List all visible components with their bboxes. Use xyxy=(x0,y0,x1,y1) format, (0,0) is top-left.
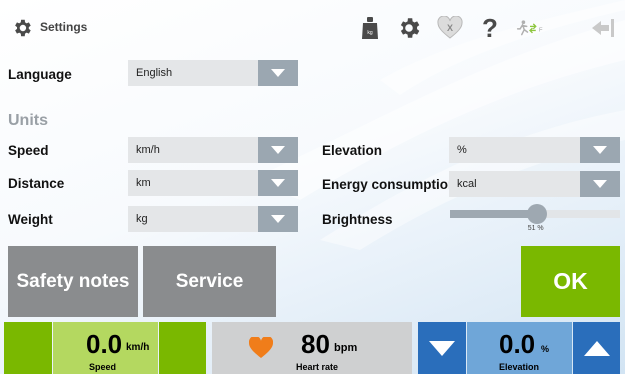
language-dropdown[interactable]: English xyxy=(128,60,298,86)
heart-icon xyxy=(249,337,273,358)
speed-caption: Speed xyxy=(89,362,117,372)
svg-text:kg: kg xyxy=(367,30,373,36)
speed-label: Speed xyxy=(8,143,49,158)
speed-unit: km/h xyxy=(126,342,150,353)
brightness-fill xyxy=(450,210,537,218)
speed-increase-button[interactable] xyxy=(159,322,206,374)
runner-button[interactable]: F xyxy=(516,14,544,42)
page-title: Settings xyxy=(40,20,88,34)
heart-rate-caption: Heart rate xyxy=(296,362,339,372)
distance-unit-value: km xyxy=(136,177,151,189)
speed-unit-dropdown[interactable]: km/h xyxy=(128,137,298,163)
distance-label: Distance xyxy=(8,176,65,191)
language-value: English xyxy=(136,67,173,79)
weight-unit-value: kg xyxy=(136,213,148,225)
brightness-value: 51 % xyxy=(527,225,544,232)
speed-display: 0.0 km/h Speed xyxy=(53,322,158,374)
elevation-unit: % xyxy=(541,344,550,354)
heart-rate-display: 80 bpm Heart rate xyxy=(212,322,412,374)
elevation-label: Elevation xyxy=(322,143,383,158)
chevron-down-icon xyxy=(258,60,298,86)
weight-unit-dropdown[interactable]: kg xyxy=(128,206,298,232)
weight-label: Weight xyxy=(8,212,53,227)
help-icon: ? xyxy=(482,12,498,43)
speed-decrease-button[interactable] xyxy=(4,322,52,374)
chevron-down-icon xyxy=(258,206,298,232)
heart-rate-off-button[interactable]: X xyxy=(436,14,464,42)
brightness-slider[interactable] xyxy=(450,204,620,224)
svg-text:F: F xyxy=(539,27,543,33)
runner-icon: F xyxy=(516,20,543,36)
elevation-caption: Elevation xyxy=(499,362,540,372)
energy-label: Energy consumption xyxy=(322,177,457,192)
heart-rate-value: 80 xyxy=(301,329,330,359)
back-arrow-icon xyxy=(592,19,614,37)
weight-button[interactable]: kg xyxy=(356,14,384,42)
energy-unit-value: kcal xyxy=(457,178,477,190)
energy-unit-dropdown[interactable]: kcal xyxy=(449,171,620,197)
elevation-unit-value: % xyxy=(457,144,467,156)
safety-notes-button[interactable]: Safety notes xyxy=(8,246,138,317)
back-button[interactable] xyxy=(589,14,617,42)
brightness-label: Brightness xyxy=(322,212,393,227)
chevron-down-icon xyxy=(580,137,620,163)
heart-x-icon: X xyxy=(437,16,463,39)
chevron-down-icon xyxy=(258,170,298,196)
settings-screen: Settings kg X ? F Language English Units… xyxy=(0,0,625,374)
svg-text:X: X xyxy=(447,23,453,33)
bottom-bar: 0.0 km/h Speed 80 bpm Heart rate 0.0 % E… xyxy=(0,322,625,374)
language-label: Language xyxy=(8,67,72,82)
chevron-down-icon xyxy=(580,171,620,197)
elevation-value: 0.0 xyxy=(499,329,536,359)
elevation-display: 0.0 % Elevation xyxy=(467,322,572,374)
elevation-increase-button[interactable] xyxy=(573,322,620,374)
elevation-unit-dropdown[interactable]: % xyxy=(449,137,620,163)
top-bar: Settings kg X ? F xyxy=(0,0,625,56)
settings-button[interactable] xyxy=(395,14,423,42)
units-heading: Units xyxy=(8,112,48,129)
service-button[interactable]: Service xyxy=(143,246,276,317)
heart-rate-unit: bpm xyxy=(334,342,358,354)
speed-value: 0.0 xyxy=(86,329,123,359)
help-button[interactable]: ? xyxy=(476,12,504,43)
distance-unit-dropdown[interactable]: km xyxy=(128,170,298,196)
gear-icon xyxy=(15,19,31,37)
chevron-down-icon xyxy=(258,137,298,163)
weight-icon: kg xyxy=(362,17,378,39)
elevation-decrease-button[interactable] xyxy=(418,322,466,374)
brightness-handle[interactable] xyxy=(526,204,547,224)
speed-unit-value: km/h xyxy=(136,144,160,156)
ok-button[interactable]: OK xyxy=(521,246,620,317)
arrow-up-icon xyxy=(583,340,610,356)
settings-gear-icon xyxy=(400,18,420,38)
arrow-down-icon xyxy=(429,340,455,356)
